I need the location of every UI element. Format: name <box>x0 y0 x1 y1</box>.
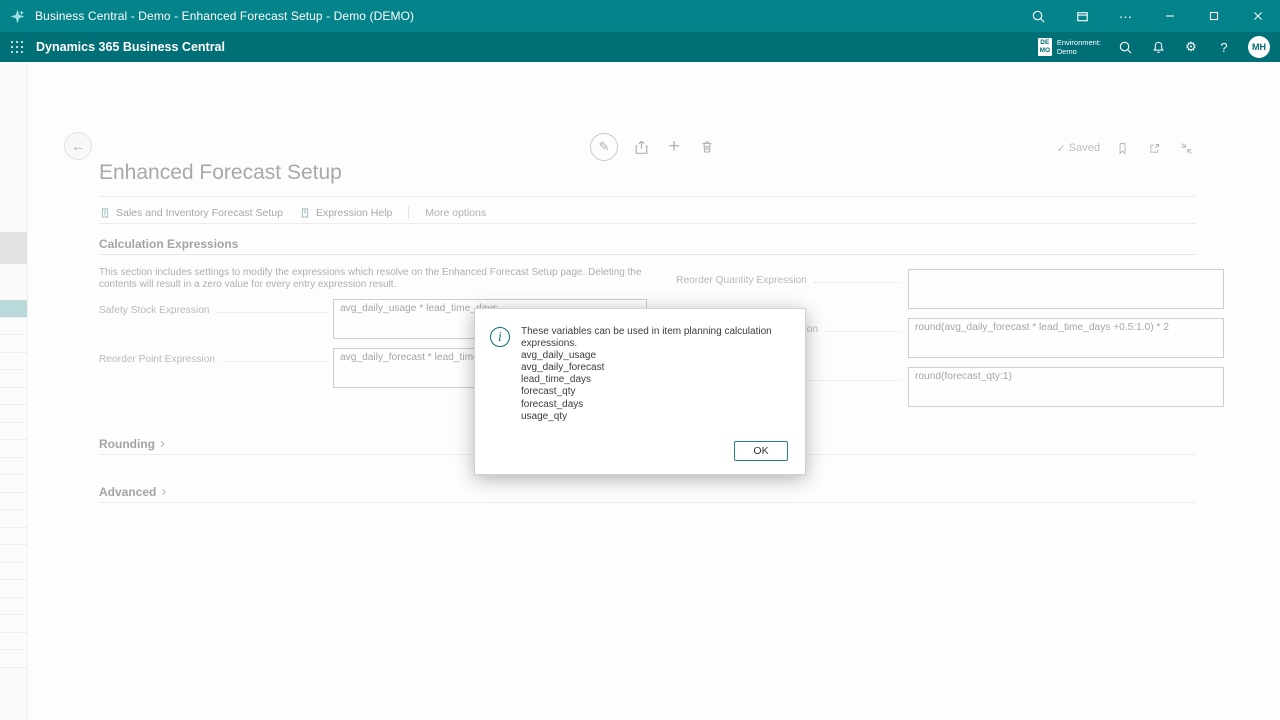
dialog-variable-list: avg_daily_usage avg_daily_forecast lead_… <box>521 350 779 423</box>
environment-indicator[interactable]: DEMO Environment: Demo <box>1038 38 1101 56</box>
user-avatar[interactable]: MH <box>1248 36 1270 58</box>
open-in-app-icon[interactable] <box>1060 0 1104 32</box>
titlebar-search-icon[interactable] <box>1016 0 1060 32</box>
maximize-button[interactable] <box>1192 0 1236 32</box>
variable-item: avg_daily_forecast <box>521 362 779 374</box>
variable-item: lead_time_days <box>521 374 779 386</box>
variable-item: forecast_days <box>521 399 779 411</box>
environment-name: Demo <box>1057 47 1101 56</box>
app-launcher-icon[interactable] <box>0 32 34 62</box>
environment-badge: DEMO <box>1038 38 1052 56</box>
app-header: Dynamics 365 Business Central DEMO Envir… <box>0 32 1280 62</box>
main-content: ← Enhanced Forecast Setup ✎ + ✓ Saved <box>0 62 1280 720</box>
dialog-message: These variables can be used in item plan… <box>521 326 779 350</box>
business-central-logo-icon <box>10 9 25 24</box>
settings-gear-icon[interactable]: ⚙ <box>1182 38 1200 56</box>
info-icon: i <box>490 327 510 347</box>
variable-item: avg_daily_usage <box>521 350 779 362</box>
window-titlebar: Business Central - Demo - Enhanced Forec… <box>0 0 1280 32</box>
search-icon[interactable] <box>1116 38 1134 56</box>
minimize-button[interactable] <box>1148 0 1192 32</box>
business-central-window: Business Central - Demo - Enhanced Forec… <box>0 0 1280 720</box>
titlebar-more-icon[interactable]: … <box>1104 0 1148 32</box>
variable-item: forecast_qty <box>521 386 779 398</box>
app-brand[interactable]: Dynamics 365 Business Central <box>36 40 225 54</box>
ok-button[interactable]: OK <box>734 441 788 461</box>
environment-title: Environment: <box>1057 38 1101 47</box>
variables-info-dialog: i These variables can be used in item pl… <box>474 308 806 475</box>
close-button[interactable] <box>1236 0 1280 32</box>
window-title: Business Central - Demo - Enhanced Forec… <box>35 9 414 23</box>
help-icon[interactable]: ? <box>1215 38 1233 56</box>
notifications-bell-icon[interactable] <box>1149 38 1167 56</box>
variable-item: usage_qty <box>521 411 779 423</box>
